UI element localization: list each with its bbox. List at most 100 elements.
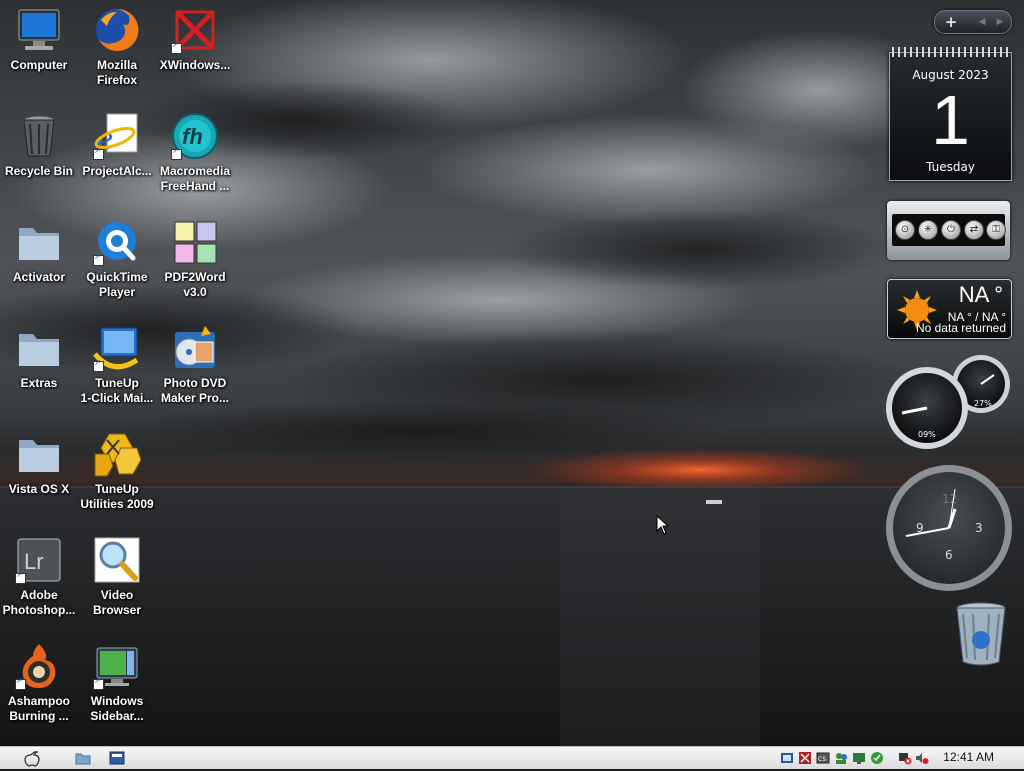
shortcut-arrow-icon (15, 676, 26, 690)
power-button[interactable]: ⏻ (941, 220, 961, 240)
desktop-icon-vista-os-x[interactable]: Vista OS X (0, 428, 78, 497)
quicklaunch-show-desktop-button[interactable] (108, 749, 128, 767)
desktop-icon-label: Recycle Bin (4, 164, 74, 178)
svg-text:fh: fh (182, 124, 203, 149)
shortcut-arrow-icon (15, 570, 26, 584)
desktop-icon-label: Adobe Photoshop... (2, 588, 76, 617)
magnifier-icon (93, 536, 141, 584)
previous-gadget-page-button[interactable]: ◀ (973, 13, 991, 31)
svg-text:CS: CS (818, 756, 826, 763)
desktop-icon-label: Activator (12, 270, 65, 284)
desktop-icon-photo-dvd[interactable]: Photo DVD Maker Pro... (156, 322, 234, 406)
xwindows-icon (171, 6, 219, 54)
desktop-icon-label: ProjectAlc... (82, 164, 152, 178)
desktop-icon-label: PDF2Word v3.0 (164, 270, 226, 299)
svg-text:Lr: Lr (24, 549, 44, 574)
desktop-icon-video-browser[interactable]: Video Browser (78, 534, 156, 618)
control-button-tray: ⊙ ✳ ⏻ ⇄ ⚿ (892, 214, 1006, 246)
switch-user-button[interactable]: ⇄ (964, 220, 984, 240)
desktop-icon-firefox[interactable]: Mozilla Firefox (78, 4, 156, 88)
tray-clock[interactable]: 12:41 AM (943, 750, 994, 764)
start-button[interactable] (22, 749, 44, 767)
key-icon: ⚿ (992, 224, 1000, 235)
security-center-icon[interactable] (870, 751, 884, 765)
shutdown-control-gadget: ⊙ ✳ ⏻ ⇄ ⚿ (887, 201, 1010, 260)
cpu-readout: 09% (918, 430, 936, 439)
sleep-button[interactable]: ✳ (918, 220, 938, 240)
lock-button[interactable]: ⊙ (895, 220, 915, 240)
switch-user-icon: ⇄ (969, 224, 979, 235)
photo-dvd-icon (171, 324, 219, 372)
apple-logo-icon (24, 751, 40, 767)
desktop-icon-tuneup-utilities[interactable]: TuneUp Utilities 2009 (78, 428, 156, 512)
show-desktop-icon (109, 751, 125, 765)
desktop-icon-tuneup-1click[interactable]: TuneUp 1-Click Mai... (78, 322, 156, 406)
folder-icon (15, 324, 63, 372)
network-disconnected-icon[interactable] (898, 751, 912, 765)
weather-gadget[interactable]: NA ° NA ° / NA ° No data returned (887, 279, 1012, 339)
tuneup-maintenance-icon (93, 324, 141, 372)
desktop-icon-label: XWindows... (159, 58, 231, 72)
clock-gadget[interactable]: 12 3 6 9 (884, 463, 1014, 593)
tray-app-icon[interactable]: CS (816, 751, 830, 765)
desktop-icon-label: Vista OS X (8, 482, 70, 496)
clock-numeral-12: 12 (942, 492, 957, 506)
clock-numeral-3: 3 (975, 521, 983, 535)
calendar-day-number: 1 (931, 81, 970, 159)
desktop-icon-computer[interactable]: Computer (0, 4, 78, 73)
desktop-icon-quicktime[interactable]: QuickTime Player (78, 216, 156, 300)
folder-icon (75, 753, 91, 765)
volume-muted-icon[interactable] (915, 751, 929, 765)
desktop-icon-projectalc[interactable]: e ProjectAlc... (78, 110, 156, 179)
shortcut-arrow-icon (93, 676, 104, 690)
calendar-weekday: Tuesday (926, 160, 975, 174)
folder-icon (15, 430, 63, 478)
calendar-month: August 2023 (912, 68, 989, 82)
users-icon[interactable] (834, 751, 848, 765)
desktop-icon-label: Mozilla Firefox (96, 58, 137, 87)
pdf2word-icon (171, 218, 219, 266)
calendar-binding-rings (892, 47, 1009, 57)
monitor-icon[interactable] (852, 751, 866, 765)
sidebar-control-bar: + ◀ ▶ (934, 10, 1012, 34)
memory-readout: 27% (974, 399, 992, 408)
lightroom-icon: Lr (15, 536, 63, 584)
lock-icon: ⊙ (900, 224, 910, 235)
cpu-meter-gadget[interactable]: 27% 09% (886, 355, 1012, 450)
quicklaunch-explorer-button[interactable] (74, 749, 94, 767)
desktop-icon-xwindows[interactable]: XWindows... (156, 4, 234, 73)
add-gadget-button[interactable]: + (939, 12, 963, 32)
recycle-bin-gadget[interactable] (953, 600, 1009, 670)
desktop-icon-label: QuickTime Player (86, 270, 148, 299)
shortcut-arrow-icon (93, 358, 104, 372)
firefox-icon (93, 6, 141, 54)
antivirus-icon[interactable] (798, 751, 812, 765)
shortcut-arrow-icon (171, 146, 182, 160)
weather-temperature: NA ° (958, 282, 1003, 307)
tuneup-utilities-icon (93, 430, 142, 478)
network-icon[interactable] (780, 751, 794, 765)
desktop-icon-extras[interactable]: Extras (0, 322, 78, 391)
desktop-icon-label: Video Browser (92, 588, 142, 617)
recycle-bin-icon (15, 112, 63, 160)
weather-status-text: No data returned (915, 321, 1006, 335)
windows-sidebar-icon (93, 642, 141, 690)
next-gadget-page-button[interactable]: ▶ (991, 13, 1009, 31)
desktop-icon-pdf2word[interactable]: PDF2Word v3.0 (156, 216, 234, 300)
desktop-icon-freehand[interactable]: fh Macromedia FreeHand ... (156, 110, 234, 194)
logoff-button[interactable]: ⚿ (986, 220, 1006, 240)
desktop-icon-activator[interactable]: Activator (0, 216, 78, 285)
desktop-icon-recycle-bin[interactable]: Recycle Bin (0, 110, 78, 179)
desktop-icon-ashampoo[interactable]: Ashampoo Burning ... (0, 640, 78, 724)
shortcut-arrow-icon (93, 252, 104, 266)
desktop-icon-photoshop[interactable]: Lr Adobe Photoshop... (0, 534, 78, 618)
desktop-icon-windows-sidebar[interactable]: Windows Sidebar... (78, 640, 156, 724)
desktop-icon-label: TuneUp 1-Click Mai... (80, 376, 154, 405)
desktop-icon-label: Extras (20, 376, 58, 390)
calendar-gadget[interactable]: August 2023 1 Tuesday (889, 47, 1012, 181)
shortcut-arrow-icon (93, 146, 104, 160)
desktop-icon-label: TuneUp Utilities 2009 (80, 482, 154, 511)
taskbar: CS 12:41 AM (0, 746, 1024, 769)
desktop-icon-label: Photo DVD Maker Pro... (160, 376, 230, 405)
clock-numeral-6: 6 (945, 548, 953, 562)
